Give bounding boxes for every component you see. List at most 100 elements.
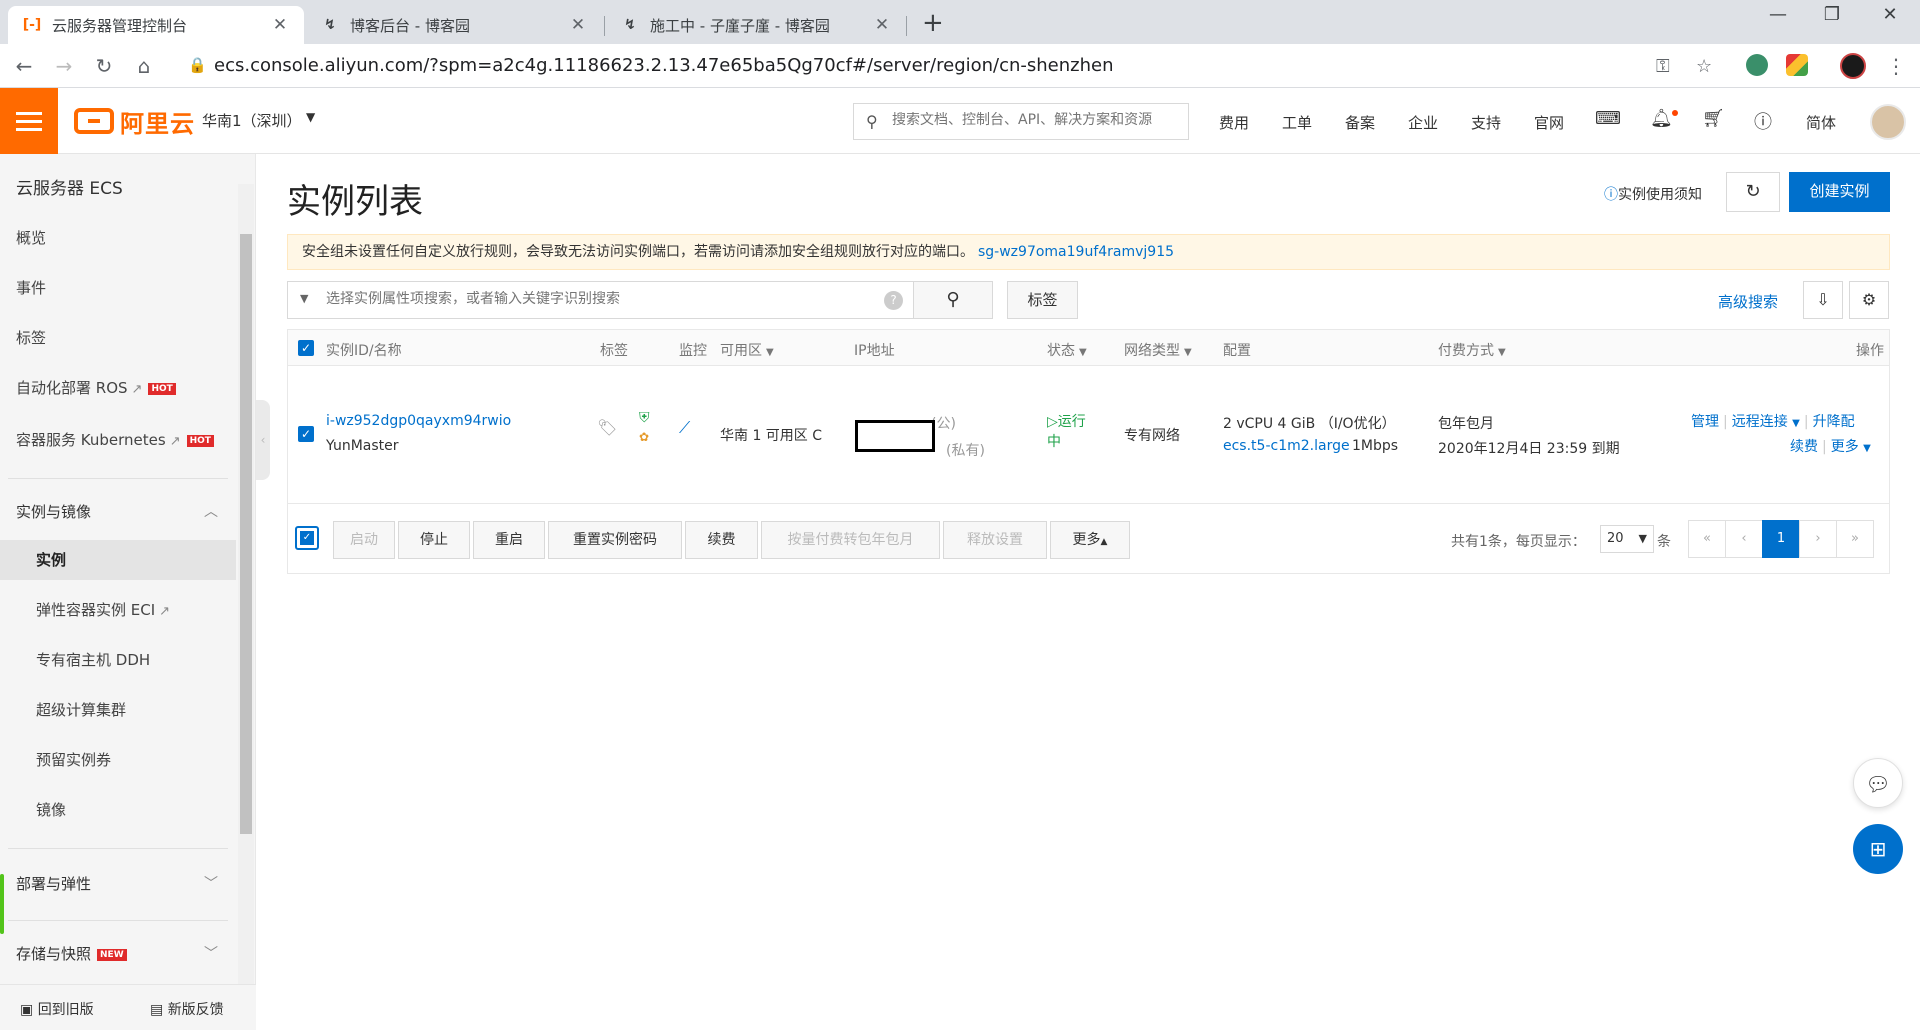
col-network[interactable]: 网络类型 ▼ bbox=[1124, 340, 1192, 360]
browser-tab-blog-admin[interactable]: ↯ 博客后台 - 博客园 ✕ bbox=[306, 6, 602, 44]
sidebar-item-scc[interactable]: 超级计算集群 bbox=[0, 690, 236, 730]
sidebar-collapse-handle[interactable]: ‹ bbox=[256, 400, 270, 480]
nav-official-site[interactable]: 官网 bbox=[1534, 112, 1564, 133]
renew-link[interactable]: 续费 bbox=[1790, 439, 1818, 455]
sidebar-scroll-thumb[interactable] bbox=[240, 234, 252, 834]
caret-down-icon[interactable]: ▼ bbox=[300, 292, 308, 305]
caret-down-icon[interactable]: ▼ bbox=[306, 110, 315, 124]
security-group-link[interactable]: sg-wz97oma19uf4ramvj915 bbox=[978, 244, 1174, 260]
global-search[interactable]: ⚲ bbox=[853, 103, 1189, 140]
sidebar-item-reserved[interactable]: 预留实例券 bbox=[0, 740, 236, 780]
close-icon[interactable]: ✕ bbox=[270, 15, 290, 35]
sidebar-item-ros[interactable]: 自动化部署 ROS ↗ HOT bbox=[0, 368, 236, 408]
instance-filter[interactable]: ▼ ? bbox=[287, 281, 914, 319]
sidebar-item-eci[interactable]: 弹性容器实例 ECI ↗ bbox=[0, 590, 236, 630]
manage-link[interactable]: 管理 bbox=[1691, 414, 1719, 430]
sidebar-item-overview[interactable]: 概览 bbox=[0, 218, 236, 258]
renew-button[interactable]: 续费 bbox=[685, 521, 758, 559]
page-1-button[interactable]: 1 bbox=[1762, 520, 1800, 558]
app-grid-button[interactable]: ⊞ bbox=[1853, 824, 1903, 874]
aliyun-logo[interactable]: 阿里云 bbox=[74, 106, 195, 138]
old-version-link[interactable]: ▣ 回到旧版 bbox=[20, 999, 94, 1019]
extension-icon[interactable] bbox=[1746, 54, 1768, 76]
lock-icon[interactable]: 🔒 bbox=[188, 56, 207, 74]
browser-tab-ecs[interactable]: [-] 云服务器管理控制台 ✕ bbox=[8, 6, 304, 44]
filter-input[interactable] bbox=[326, 291, 856, 307]
hamburger-menu-icon[interactable] bbox=[0, 88, 58, 154]
global-search-input[interactable] bbox=[892, 112, 1182, 128]
tags-filter-button[interactable]: 标签 bbox=[1007, 281, 1078, 319]
sidebar-item-events[interactable]: 事件 bbox=[0, 268, 236, 308]
key-icon[interactable]: ⚿ bbox=[1656, 56, 1670, 77]
browser-tab-blog-post[interactable]: ↯ 施工中 - 子廑子廑 - 博客园 ✕ bbox=[606, 6, 906, 44]
nav-enterprise[interactable]: 企业 bbox=[1408, 112, 1438, 133]
instance-id-link[interactable]: i-wz952dgp0qayxm94rwio bbox=[326, 413, 511, 429]
sidebar-item-images[interactable]: 镜像 bbox=[0, 790, 236, 830]
extension-icon[interactable] bbox=[1786, 54, 1808, 76]
address-bar[interactable]: 🔒 ecs.console.aliyun.com/?spm=a2c4g.1118… bbox=[178, 50, 1888, 82]
first-page-button[interactable]: « bbox=[1688, 520, 1726, 558]
monitor-chart-icon[interactable]: ⟋ bbox=[679, 418, 690, 438]
next-page-button[interactable]: › bbox=[1799, 520, 1837, 558]
convert-billing-button[interactable]: 按量付费转包年包月 bbox=[761, 521, 940, 559]
nav-billing[interactable]: 费用 bbox=[1219, 112, 1249, 133]
col-zone[interactable]: 可用区 ▼ bbox=[720, 340, 774, 360]
col-billing[interactable]: 付费方式 ▼ bbox=[1438, 340, 1506, 360]
select-all-checkbox[interactable]: ✓ bbox=[298, 340, 314, 356]
forward-arrow-icon[interactable]: → bbox=[50, 52, 78, 80]
refresh-button[interactable]: ↻ bbox=[1726, 172, 1780, 212]
settings-button[interactable]: ⚙ bbox=[1849, 281, 1889, 319]
profile-avatar[interactable] bbox=[1840, 53, 1866, 79]
last-page-button[interactable]: » bbox=[1836, 520, 1874, 558]
reset-password-button[interactable]: 重置实例密码 bbox=[548, 521, 682, 559]
more-actions-link[interactable]: 更多 ▼ bbox=[1831, 439, 1871, 455]
prev-page-button[interactable]: ‹ bbox=[1725, 520, 1763, 558]
browser-menu-icon[interactable]: ⋮ bbox=[1886, 54, 1906, 78]
star-icon[interactable]: ☆ bbox=[1696, 56, 1712, 77]
instance-notes-link[interactable]: ⓘ实例使用须知 bbox=[1604, 184, 1702, 204]
cart-icon[interactable]: 🛒︎ bbox=[1702, 108, 1725, 129]
instance-type-link[interactable]: ecs.t5-c1m2.large bbox=[1223, 438, 1350, 454]
start-button[interactable]: 启动 bbox=[333, 521, 395, 559]
nav-icp[interactable]: 备案 bbox=[1345, 112, 1375, 133]
url-text[interactable]: ecs.console.aliyun.com/?spm=a2c4g.111866… bbox=[214, 55, 1114, 76]
language-switch[interactable]: 简体 bbox=[1806, 112, 1836, 133]
close-icon[interactable]: ✕ bbox=[568, 15, 588, 35]
remote-connect-link[interactable]: 远程连接 ▼ bbox=[1732, 414, 1800, 430]
batch-select-checkbox[interactable]: ✓ bbox=[295, 526, 319, 550]
sidebar-group-instances[interactable]: 实例与镜像 ︿ bbox=[0, 490, 236, 534]
nav-tickets[interactable]: 工单 bbox=[1282, 112, 1312, 133]
nav-support[interactable]: 支持 bbox=[1471, 112, 1501, 133]
release-settings-button[interactable]: 释放设置 bbox=[943, 521, 1047, 559]
feedback-link[interactable]: ▤ 新版反馈 bbox=[150, 999, 224, 1019]
search-button[interactable]: ⚲ bbox=[913, 281, 993, 319]
bell-icon[interactable]: 🔔︎ bbox=[1650, 108, 1673, 129]
create-instance-button[interactable]: 创建实例 bbox=[1789, 172, 1890, 212]
sidebar-item-tags[interactable]: 标签 bbox=[0, 318, 236, 358]
terminal-icon[interactable]: ⌨ bbox=[1595, 108, 1621, 129]
close-icon[interactable]: ✕ bbox=[872, 15, 892, 35]
agent-icon[interactable]: ✿ bbox=[639, 430, 649, 444]
help-icon[interactable]: ⓘ bbox=[1754, 108, 1772, 134]
sidebar-item-kubernetes[interactable]: 容器服务 Kubernetes ↗ HOT bbox=[0, 420, 236, 460]
tag-icon[interactable]: 🏷︎ bbox=[597, 418, 617, 437]
user-avatar[interactable] bbox=[1870, 104, 1906, 140]
restore-icon[interactable]: ❐ bbox=[1812, 4, 1852, 25]
sidebar-item-ddh[interactable]: 专有宿主机 DDH bbox=[0, 640, 236, 680]
sidebar-group-deploy[interactable]: 部署与弹性 ﹀ bbox=[0, 862, 236, 906]
new-tab-plus-icon[interactable]: + bbox=[922, 8, 944, 38]
restart-button[interactable]: 重启 bbox=[473, 521, 545, 559]
home-icon[interactable]: ⌂ bbox=[130, 52, 158, 80]
sidebar-item-instances[interactable]: 实例 bbox=[0, 540, 236, 580]
window-close-icon[interactable]: ✕ bbox=[1870, 4, 1910, 25]
col-status[interactable]: 状态 ▼ bbox=[1047, 340, 1087, 360]
chat-support-button[interactable]: 💬︎ bbox=[1853, 758, 1903, 808]
more-batch-button[interactable]: 更多▲ bbox=[1050, 521, 1130, 559]
advanced-search-link[interactable]: 高级搜索 bbox=[1718, 291, 1778, 312]
reload-icon[interactable]: ↻ bbox=[90, 52, 118, 80]
shield-icon[interactable]: ⛨ bbox=[639, 410, 650, 426]
row-checkbox[interactable]: ✓ bbox=[298, 426, 314, 442]
sidebar-group-storage[interactable]: 存储与快照 NEW ﹀ bbox=[0, 932, 236, 976]
export-button[interactable]: ⇩ bbox=[1803, 281, 1843, 319]
back-arrow-icon[interactable]: ← bbox=[10, 52, 38, 80]
